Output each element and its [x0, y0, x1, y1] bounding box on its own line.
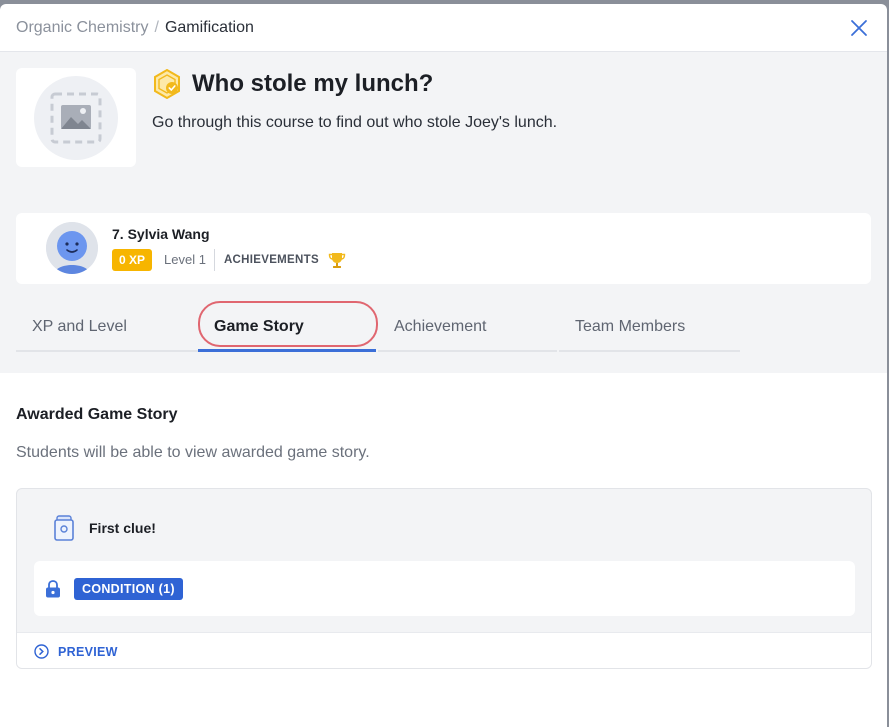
student-name: 7. Sylvia Wang	[112, 226, 210, 242]
lock-icon	[46, 579, 60, 597]
section-description: Students will be able to view awarded ga…	[16, 444, 370, 461]
course-overview: Who stole my lunch? Go through this cour…	[0, 52, 887, 373]
breadcrumb-separator: /	[154, 18, 159, 36]
breadcrumb-current: Gamification	[164, 18, 254, 36]
preview-chevron-icon	[34, 644, 49, 659]
course-badge-icon	[154, 69, 180, 99]
course-thumbnail	[16, 68, 136, 167]
tab-achievement[interactable]: Achievement	[378, 312, 557, 352]
student-stats: 0 XP Level 1 ACHIEVEMENTS	[112, 248, 346, 272]
close-icon	[851, 20, 867, 36]
gamification-modal: Organic Chemistry / Gamification Who sto…	[0, 4, 887, 727]
section-title: Awarded Game Story	[16, 406, 178, 423]
tab-game-story[interactable]: Game Story	[198, 312, 376, 352]
course-title: Who stole my lunch?	[192, 70, 434, 97]
xp-badge: 0 XP	[112, 249, 153, 271]
story-header: First clue!	[53, 515, 156, 541]
preview-label: PREVIEW	[58, 644, 118, 659]
close-button[interactable]	[849, 18, 869, 38]
trophy-icon	[328, 251, 346, 269]
achievements-label: ACHIEVEMENTS	[223, 254, 319, 266]
condition-badge[interactable]: CONDITION (1)	[74, 577, 183, 600]
avatar-icon	[46, 222, 98, 274]
image-placeholder-icon	[50, 92, 102, 143]
game-story-card: First clue! CONDITION (1) PREVIEW	[16, 488, 872, 669]
condition-row: CONDITION (1)	[34, 561, 855, 616]
course-description: Go through this course to find out who s…	[152, 114, 558, 131]
course-title-row: Who stole my lunch?	[152, 69, 433, 99]
story-name: First clue!	[89, 520, 156, 536]
student-profile-card: 7. Sylvia Wang 0 XP Level 1 ACHIEVEMENTS	[16, 213, 871, 284]
preview-button[interactable]: PREVIEW	[17, 632, 871, 668]
breadcrumb-parent[interactable]: Organic Chemistry	[16, 19, 148, 37]
level-label: Level 1	[164, 249, 215, 271]
tab-xp-and-level[interactable]: XP and Level	[16, 312, 198, 352]
modal-header: Organic Chemistry / Gamification	[0, 4, 887, 52]
card-icon	[54, 515, 74, 541]
avatar	[46, 222, 98, 274]
tab-team-members[interactable]: Team Members	[559, 312, 740, 352]
tab-bar: XP and Level Game Story Achievement Team…	[16, 312, 740, 352]
